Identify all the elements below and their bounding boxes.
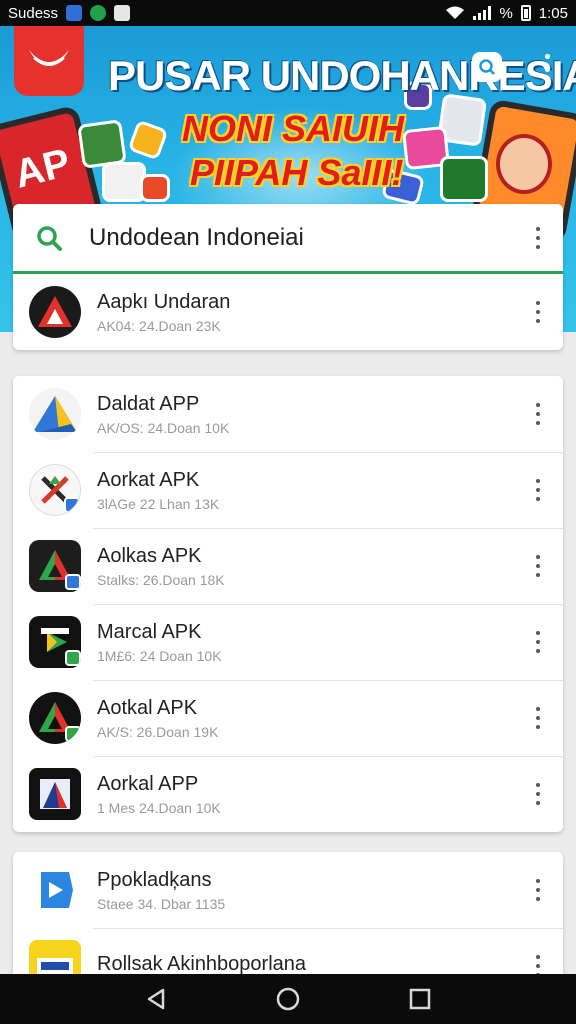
item-menu-button[interactable]	[529, 301, 547, 323]
app-list-card: Daldat APP AK/OS: 24.Doan 10K Aorkat APK…	[13, 376, 563, 832]
play-store-icon	[29, 616, 81, 668]
list-item[interactable]: Daldat APP AK/OS: 24.Doan 10K	[13, 376, 563, 452]
list-item[interactable]: Aorkat APK 3lAGe 22 Lhan 13K	[13, 452, 563, 528]
app-meta: Staee 34. Dbar 1135	[97, 895, 226, 912]
back-icon	[147, 988, 165, 1010]
overflow-menu-button[interactable]	[538, 54, 556, 84]
signal-icon	[473, 6, 492, 20]
character-illustration	[496, 134, 552, 194]
search-menu-button[interactable]	[529, 226, 547, 249]
item-menu-button[interactable]	[529, 783, 547, 805]
item-menu-button[interactable]	[529, 403, 547, 425]
list-item[interactable]: Aorkal APP 1 Mes 24.Doan 10K	[13, 756, 563, 832]
search-icon	[37, 225, 62, 251]
item-menu-button[interactable]	[529, 631, 547, 653]
home-icon	[276, 987, 300, 1011]
triangle-blue-yellow-icon	[29, 388, 81, 440]
recents-icon	[409, 988, 431, 1010]
app-title: Ppokladķans	[97, 868, 212, 891]
red-triangle-app-icon	[29, 286, 81, 338]
item-menu-button[interactable]	[529, 479, 547, 501]
home-button[interactable]	[271, 982, 305, 1016]
search-input[interactable]: Undodean Indoneiai	[89, 224, 529, 252]
triangle-green-red-icon	[29, 692, 81, 744]
app-title: Aapkı Undaran	[97, 290, 231, 313]
app-title: Marcal APK	[97, 620, 202, 643]
app-title: Aolkas APK	[97, 544, 202, 567]
wifi-icon	[446, 6, 465, 19]
app-meta: AK/S: 26.Doan 19K	[97, 723, 219, 740]
navigation-bar	[0, 974, 576, 1024]
banner-title: PUSAR UNDOHANRESIA	[108, 52, 576, 99]
briefcase-icon	[114, 5, 131, 21]
list-item[interactable]: Rollsak Akinhboporlana	[13, 928, 563, 974]
sync-icon	[90, 5, 107, 21]
app-meta: 1 Mes 24.Doan 10K	[97, 799, 221, 816]
app-meta: Stalks: 26.Doan 18K	[97, 571, 225, 588]
app-list-card-2: Ppokladķans Staee 34. Dbar 1135 Rollsak …	[13, 852, 563, 974]
app-title: Aorkal APP	[97, 772, 199, 795]
list-item[interactable]: Marcal APK 1M£6: 24 Doan 10K	[13, 604, 563, 680]
banner-subtitle-1: NONI SAIUIH	[182, 108, 405, 149]
app-title: Aotkal APK	[97, 696, 198, 719]
list-item[interactable]: Aotkal APK AK/S: 26.Doan 19K	[13, 680, 563, 756]
cross-arrow-icon	[29, 464, 81, 516]
list-item[interactable]: Aapkı Undaran AK04: 24.Doan 23K	[13, 274, 563, 350]
status-bar: Sudess % 1:05	[0, 0, 576, 26]
clock: 1:05	[538, 4, 568, 22]
app-meta: AK/OS: 24.Doan 10K	[97, 419, 230, 436]
app-meta: 3lAGe 22 Lhan 13K	[97, 495, 220, 512]
search-button[interactable]	[472, 52, 502, 82]
back-button[interactable]	[139, 982, 173, 1016]
striped-a-icon	[29, 768, 81, 820]
app-title: Daldat APP	[97, 392, 200, 415]
banner-subtitle-2: PIIPAH SaIII!	[190, 152, 404, 193]
carrier-label: Sudess	[8, 4, 59, 22]
recents-button[interactable]	[403, 982, 437, 1016]
app-title: Rollsak Akinhboporlana	[97, 952, 307, 975]
list-item[interactable]: Ppokladķans Staee 34. Dbar 1135	[13, 852, 563, 928]
phone-label: AP	[10, 140, 75, 197]
list-item[interactable]: Aolkas APK Stalks: 26.Doan 18K	[13, 528, 563, 604]
search-bar[interactable]: Undodean Indoneiai	[13, 204, 563, 274]
envelope-tile-icon	[127, 119, 169, 161]
game-tile-icon-5	[140, 174, 170, 202]
search-card: Undodean Indoneiai Aapkı Undaran AK04: 2…	[13, 204, 563, 350]
app-title: Aorkat APK	[97, 468, 200, 491]
blue-play-icon	[29, 864, 81, 916]
app-meta: 1M£6: 24 Doan 10K	[97, 647, 222, 664]
battery-percent: %	[499, 4, 513, 22]
item-menu-button[interactable]	[529, 955, 547, 974]
game-tile-icon-3	[440, 156, 488, 202]
battery-icon	[520, 5, 531, 21]
notification-icon	[66, 5, 83, 21]
item-menu-button[interactable]	[529, 555, 547, 577]
yellow-tag-icon	[29, 940, 81, 974]
app-meta: AK04: 24.Doan 23K	[97, 317, 221, 334]
garuda-logo-icon	[29, 50, 69, 66]
item-menu-button[interactable]	[529, 879, 547, 901]
search-icon	[479, 59, 495, 75]
app-logo[interactable]	[14, 26, 84, 96]
triangle-multicolor-icon	[29, 540, 81, 592]
item-menu-button[interactable]	[529, 707, 547, 729]
